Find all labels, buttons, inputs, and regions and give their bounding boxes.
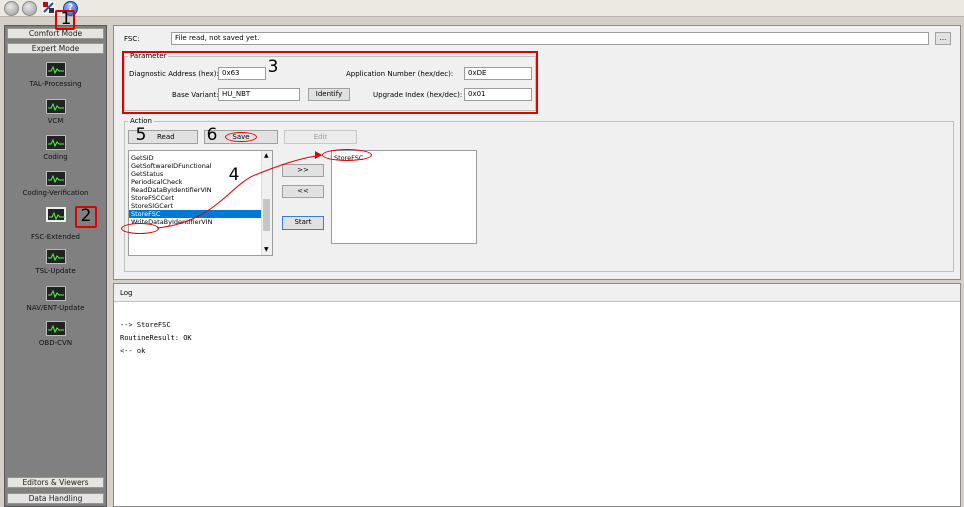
annotation-number: 6 <box>206 125 218 145</box>
annotation-number: 3 <box>267 57 279 77</box>
annotation-number: 1 <box>60 9 72 29</box>
annotation-number: 4 <box>228 165 240 185</box>
annotation-number: 2 <box>80 206 92 226</box>
annotation-arrow <box>156 151 323 229</box>
annotation-number: 5 <box>135 125 147 145</box>
